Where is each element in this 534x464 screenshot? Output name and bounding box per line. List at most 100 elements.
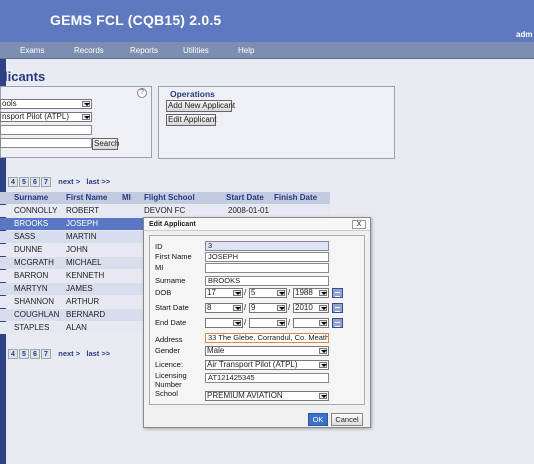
chevron-down-icon [319,393,327,399]
surname-field[interactable]: BROOKS [205,276,329,286]
first-name-field[interactable]: JOSEPH [205,252,329,262]
school-label: School [155,389,178,398]
id-field: 3 [205,241,329,251]
date-separator: / [244,288,247,297]
start-date-label: Start Date [155,303,189,312]
end-year-select[interactable] [293,318,329,328]
chevron-down-icon [233,305,241,311]
calendar-icon[interactable] [332,288,343,298]
cell-surname: MARTYN [14,284,48,293]
last-page-link[interactable]: last >> [86,177,110,186]
page-link[interactable]: 7 [41,177,51,187]
cell-first-name: KENNETH [66,271,105,280]
cell-surname: CONNOLLY [14,206,58,215]
start-year-select[interactable]: 2010 [293,303,329,313]
mi-field[interactable] [205,263,329,273]
licensing-number-label-1: Licensing [155,371,187,380]
chevron-down-icon [277,305,285,311]
page-link[interactable]: 4 [8,177,18,187]
cell-surname: DUNNE [14,245,43,254]
end-month-select[interactable] [249,318,287,328]
date-separator: / [288,318,291,327]
close-icon[interactable]: X [352,220,366,229]
edit-applicant-button[interactable]: Edit Applicant [166,114,216,126]
cell-first-name: BERNARD [66,310,106,319]
licence-label: Licence: [155,360,183,369]
cell-surname: SASS [14,232,36,241]
menu-bar: Exams Records Reports Utilities Help [0,42,534,59]
chevron-down-icon [277,290,285,296]
page-link[interactable]: 5 [19,349,29,359]
page-link[interactable]: 6 [30,349,40,359]
end-day-select[interactable] [205,318,243,328]
dob-day-select[interactable]: 17 [205,288,243,298]
col-surname[interactable]: Surname [14,192,48,204]
dob-year-select[interactable]: 1988 [293,288,329,298]
cell-first-name: JOSEPH [66,219,99,228]
surname-label: Surname [155,276,186,285]
chevron-down-icon [82,101,90,107]
cell-flight-school: DEVON FC [144,206,186,215]
help-icon[interactable]: ? [137,88,147,98]
school-type-select[interactable]: ools [0,99,92,109]
licence-select[interactable]: Air Transport Pilot (ATPL) [205,360,329,370]
col-mi[interactable]: MI [122,192,131,204]
add-applicant-button[interactable]: Add New Applicant [166,100,235,112]
cell-first-name: ALAN [66,323,87,332]
date-separator: / [288,288,291,297]
page-link[interactable]: 5 [19,177,29,187]
chevron-down-icon [82,114,90,120]
col-start-date[interactable]: Start Date [226,192,264,204]
menu-help[interactable]: Help [238,46,254,55]
ok-button[interactable]: OK [308,413,328,426]
calendar-icon[interactable] [332,318,343,328]
page-link[interactable]: 7 [41,349,51,359]
gender-select[interactable]: Male [205,346,329,356]
next-page-link[interactable]: next > [58,349,80,358]
cell-surname: MCGRATH [14,258,54,267]
table-row[interactable]: CONNOLLY ROBERT DEVON FC 2008-01-01 [0,205,330,217]
date-separator: / [244,318,247,327]
menu-reports[interactable]: Reports [130,46,158,55]
first-name-label: First Name [155,252,192,261]
pagination-top: 4567 next > last >> [8,177,110,187]
col-flight-school[interactable]: Flight School [144,192,195,204]
chevron-down-icon [319,362,327,368]
menu-utilities[interactable]: Utilities [183,46,209,55]
address-field[interactable]: 33 The Glebe, Corrandul, Co. Meath [205,333,329,343]
start-month-select[interactable]: 9 [249,303,287,313]
calendar-icon[interactable] [332,303,343,313]
school-select[interactable]: PREMIUM AVIATION [205,391,329,401]
cell-surname: COUGHLAN [14,310,60,319]
cell-first-name: ROBERT [66,206,100,215]
menu-records[interactable]: Records [74,46,104,55]
menu-exams[interactable]: Exams [20,46,44,55]
page-link[interactable]: 6 [30,177,40,187]
table-header: Surname First Name MI Flight School Star… [0,192,330,204]
cancel-button[interactable]: Cancel [331,413,363,426]
search-button[interactable]: Search [92,138,119,150]
cell-first-name: MICHAEL [66,258,102,267]
cell-surname: BARRON [14,271,49,280]
last-page-link[interactable]: last >> [86,349,110,358]
dob-month-select[interactable]: 5 [249,288,287,298]
id-label: ID [155,242,163,251]
start-day-select[interactable]: 8 [205,303,243,313]
gender-label: Gender [155,346,181,355]
current-user[interactable]: adm [516,30,532,39]
cell-surname: BROOKS [14,219,49,228]
search-text-field-1[interactable] [0,125,92,135]
page-link[interactable]: 4 [8,349,18,359]
search-text-field-2[interactable] [0,138,92,148]
licensing-number-field[interactable]: AT121425345 [205,373,329,383]
col-first-name[interactable]: First Name [66,192,107,204]
cell-first-name: MARTIN [66,232,97,241]
col-finish-date[interactable]: Finish Date [274,192,317,204]
chevron-down-icon [319,348,327,354]
address-label: Address [155,335,183,344]
licence-type-select[interactable]: nsport Pilot (ATPL) [0,112,92,122]
cell-first-name: JOHN [66,245,88,254]
date-separator: / [244,303,247,312]
next-page-link[interactable]: next > [58,177,80,186]
mi-label: MI [155,263,164,272]
